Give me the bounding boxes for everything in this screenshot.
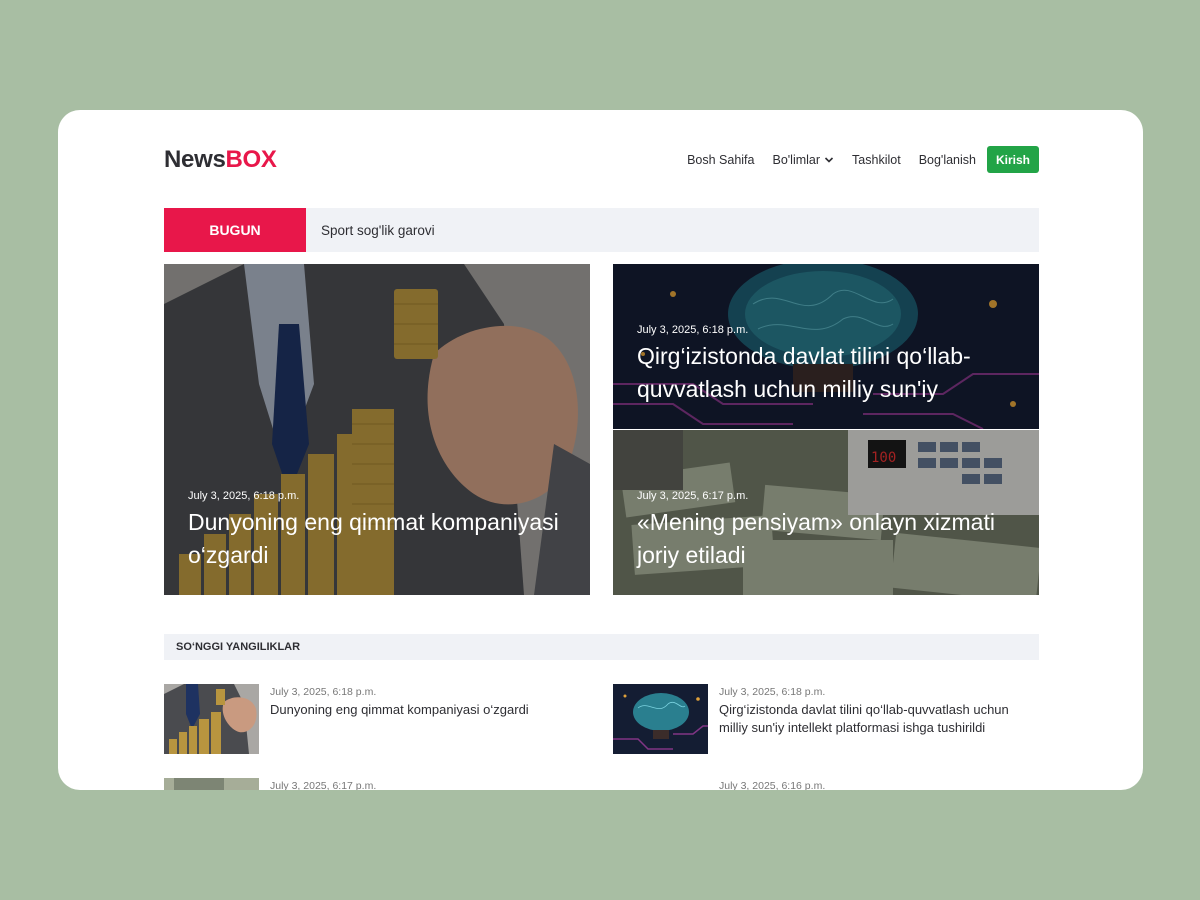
hero-top-title[interactable]: Qirg‘izistonda davlat tilini qo‘llab-quv… [637,340,1037,406]
hero-bottom-article[interactable]: 100 July 3, 2025, 6:17 p.m. «Mening pens… [613,430,1039,595]
ai-brain-thumbnail [613,684,708,754]
hero-bottom-date: July 3, 2025, 6:17 p.m. [637,490,749,502]
list-item-title[interactable]: Qirg‘izistonda davlat tilini qo‘llab-quv… [719,701,1039,737]
login-button[interactable]: Kirish [986,146,1039,173]
logo-box-text: BOX [225,146,277,173]
nav-sections-label: Bo'limlar [772,152,821,167]
chevron-down-icon [824,156,834,163]
list-item[interactable]: July 3, 2025, 6:18 p.m. Qirg‘izistonda d… [613,684,1039,756]
coins-thumbnail [164,684,259,754]
nav-home[interactable]: Bosh Sahifa [687,153,754,167]
nav-contact[interactable]: Bog'lanish [919,153,976,167]
hero-top-article[interactable]: July 3, 2025, 6:18 p.m. Qirg‘izistonda d… [613,264,1039,429]
list-item-date: July 3, 2025, 6:18 p.m. [719,686,826,698]
hero-top-date: July 3, 2025, 6:18 p.m. [637,324,749,336]
latest-news-header: SO‘NGGI YANGILIKLAR [164,634,1039,660]
list-item-date: July 3, 2025, 6:16 p.m. [719,780,826,790]
site-logo[interactable]: NewsBOX [164,146,277,174]
latest-news-heading: SO‘NGGI YANGILIKLAR [176,641,301,653]
list-item-date: July 3, 2025, 6:17 p.m. [270,780,377,790]
thumbnail-image [164,684,259,754]
list-item-title[interactable]: Dunyoning eng qimmat kompaniyasi o‘zgard… [270,701,590,719]
money-thumbnail [164,778,259,790]
browser-window: NewsBOX Bosh Sahifa Bo'limlar Tashkilot … [58,110,1143,790]
hero-main-title[interactable]: Dunyoning eng qimmat kompaniyasi o‘zgard… [188,506,588,572]
news-ticker: BUGUN Sport sog'lik garovi [164,208,1039,252]
main-nav: Bosh Sahifa Bo'limlar Tashkilot Bog'lani… [669,146,1039,173]
list-item-date: July 3, 2025, 6:18 p.m. [270,686,377,698]
nav-sections[interactable]: Bo'limlar [773,153,835,167]
ticker-headline[interactable]: Sport sog'lik garovi [321,223,435,238]
list-item[interactable]: July 3, 2025, 6:16 p.m. [613,778,1039,790]
ticker-label: BUGUN [164,208,306,252]
hero-main-date: July 3, 2025, 6:18 p.m. [188,490,300,502]
thumbnail-image [164,778,259,790]
hero-main-article[interactable]: July 3, 2025, 6:18 p.m. Dunyoning eng qi… [164,264,590,595]
logo-news-text: News [164,146,226,173]
nav-organization[interactable]: Tashkilot [852,153,901,167]
page-container: NewsBOX Bosh Sahifa Bo'limlar Tashkilot … [164,110,1039,790]
list-item[interactable]: July 3, 2025, 6:17 p.m. [164,778,594,790]
thumbnail-image [613,684,708,754]
hero-bottom-title[interactable]: «Mening pensiyam» onlayn xizmati joriy e… [637,506,1037,572]
list-item[interactable]: July 3, 2025, 6:18 p.m. Dunyoning eng qi… [164,684,594,756]
